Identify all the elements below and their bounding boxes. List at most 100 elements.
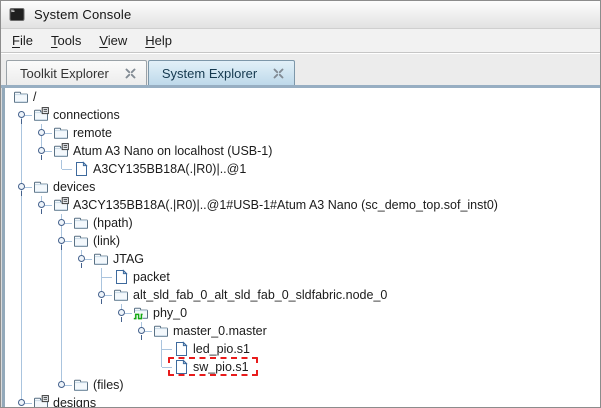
tree-guide (21, 322, 22, 340)
expand-handle-expanded[interactable] (38, 201, 45, 208)
tree-connector (145, 331, 152, 332)
tree-item-label: A3CY135BB18A(.|R0)|..@1#USB-1#Atum A3 Na… (73, 198, 498, 212)
close-icon[interactable] (125, 68, 136, 79)
tree-guide (61, 358, 62, 376)
menu-item-view[interactable]: View (90, 30, 136, 51)
tree-item-alt-sld-fab-0-alt-sld-fab-0-sldfabric-node-0[interactable]: alt_sld_fab_0_alt_sld_fab_0_sldfabric.no… (7, 286, 600, 304)
tab-toolkit-explorer[interactable]: Toolkit Explorer (6, 60, 147, 85)
close-icon[interactable] (273, 68, 284, 79)
tree-guide (21, 268, 22, 286)
tree-connector (162, 367, 172, 368)
tree-connector (62, 169, 72, 170)
tree-item-a3cy135bb18a-r0-1[interactable]: A3CY135BB18A(.|R0)|..@1 (7, 160, 600, 178)
tree-guide (21, 340, 22, 358)
tree-item-jtag[interactable]: JTAG (7, 250, 600, 268)
tree-item-hpath[interactable]: (hpath) (7, 214, 600, 232)
tab-label: System Explorer (161, 65, 258, 81)
folder-icon (33, 179, 49, 195)
tree-connector (45, 151, 52, 152)
tree-item-label: (link) (93, 234, 121, 248)
folder-icon (73, 377, 89, 393)
expand-handle-expanded[interactable] (18, 111, 25, 118)
tree-item-files[interactable]: (files) (7, 376, 600, 394)
tree-guide (61, 250, 62, 268)
folder-badge-icon (53, 143, 69, 159)
file-icon (113, 269, 129, 285)
tree-item-master-0-master[interactable]: master_0.master (7, 322, 600, 340)
tree-connector (85, 259, 92, 260)
folder-icon (113, 287, 129, 303)
tree-guide (61, 160, 62, 169)
tree-item-label: phy_0 (153, 306, 188, 320)
expand-handle-expanded[interactable] (78, 255, 85, 262)
tree-item-atum-a3-nano-on-localhost-usb-1[interactable]: Atum A3 Nano on localhost (USB-1) (7, 142, 600, 160)
tree-guide (21, 124, 22, 142)
tree-item-phy-0[interactable]: phy_0 (7, 304, 600, 322)
expand-handle-expanded[interactable] (98, 291, 105, 298)
system-explorer-tree: / connections remote Atum A3 Nano on localh… (7, 88, 600, 408)
file-icon (173, 341, 189, 357)
tree-item-label: packet (133, 270, 170, 284)
tree-item-remote[interactable]: remote (7, 124, 600, 142)
tree-connector (125, 313, 132, 314)
tree-item-label: sw_pio.s1 (193, 360, 249, 374)
tree-item-label: connections (53, 108, 120, 122)
expand-handle-collapsed[interactable] (58, 219, 65, 226)
expand-handle-expanded[interactable] (118, 309, 125, 316)
tree-connector (25, 115, 32, 116)
expand-handle-collapsed[interactable] (38, 129, 45, 136)
tree-item-label: master_0.master (173, 324, 267, 338)
menu-bar: File Tools View Help (1, 29, 600, 53)
tree-item-a3cy135bb18a-r0-1-usb-1-atum-a3-nano-sc-demo-top-sof-inst0[interactable]: A3CY135BB18A(.|R0)|..@1#USB-1#Atum A3 Na… (7, 196, 600, 214)
folder-icon (93, 251, 109, 267)
tree-guide (161, 358, 162, 367)
expand-handle-expanded[interactable] (58, 237, 65, 244)
tree-connector (102, 277, 112, 278)
tree-item-label: / (33, 90, 37, 104)
folder-icon (73, 233, 89, 249)
folder-icon (53, 125, 69, 141)
tree-connector (45, 133, 52, 134)
tree-guide (21, 232, 22, 250)
tree-item-label: alt_sld_fab_0_alt_sld_fab_0_sldfabric.no… (133, 288, 388, 302)
tree-item-label: designs (53, 396, 97, 408)
tree-item-designs[interactable]: designs (7, 394, 600, 408)
tree-item-label: (files) (93, 378, 124, 392)
tree-guide (21, 250, 22, 268)
folder-icon (153, 323, 169, 339)
folder-badge-icon (33, 395, 49, 407)
tree-viewport: / connections remote Atum A3 Nano on localh… (2, 88, 600, 408)
expand-handle-expanded[interactable] (138, 327, 145, 334)
tree-guide (21, 196, 22, 214)
folder-badge-icon (33, 107, 49, 123)
menu-item-file[interactable]: File (3, 30, 42, 51)
file-icon (73, 161, 89, 177)
expand-handle-expanded[interactable] (18, 183, 25, 190)
tree-guide (21, 160, 22, 178)
folder-wave-icon (133, 305, 149, 321)
console-icon (9, 7, 25, 22)
tree-connector (65, 241, 72, 242)
tree-item-link[interactable]: (link) (7, 232, 600, 250)
menu-item-help[interactable]: Help (136, 30, 181, 51)
tree-connector (25, 403, 32, 404)
file-icon (173, 359, 189, 375)
tree-item-packet[interactable]: packet (7, 268, 600, 286)
expand-handle-collapsed[interactable] (58, 381, 65, 388)
tree-connector (162, 349, 172, 350)
title-bar[interactable]: System Console (1, 1, 600, 29)
expand-handle-expanded[interactable] (38, 147, 45, 154)
tree-item-devices[interactable]: devices (7, 178, 600, 196)
expand-handle-collapsed[interactable] (18, 399, 25, 406)
tree-item-sw-pio-s1[interactable]: sw_pio.s1 (7, 357, 600, 376)
tree-item-connections[interactable]: connections (7, 106, 600, 124)
tree-guide (21, 304, 22, 322)
tree-item-led-pio-s1[interactable]: led_pio.s1 (7, 340, 600, 358)
tab-system-explorer[interactable]: System Explorer (147, 60, 296, 85)
tree-guide (61, 286, 62, 304)
tree-guide (21, 286, 22, 304)
tree-item-root[interactable]: / (7, 88, 600, 106)
menu-item-tools[interactable]: Tools (42, 30, 90, 51)
tree-guide (61, 268, 62, 286)
tree-guide (21, 214, 22, 232)
